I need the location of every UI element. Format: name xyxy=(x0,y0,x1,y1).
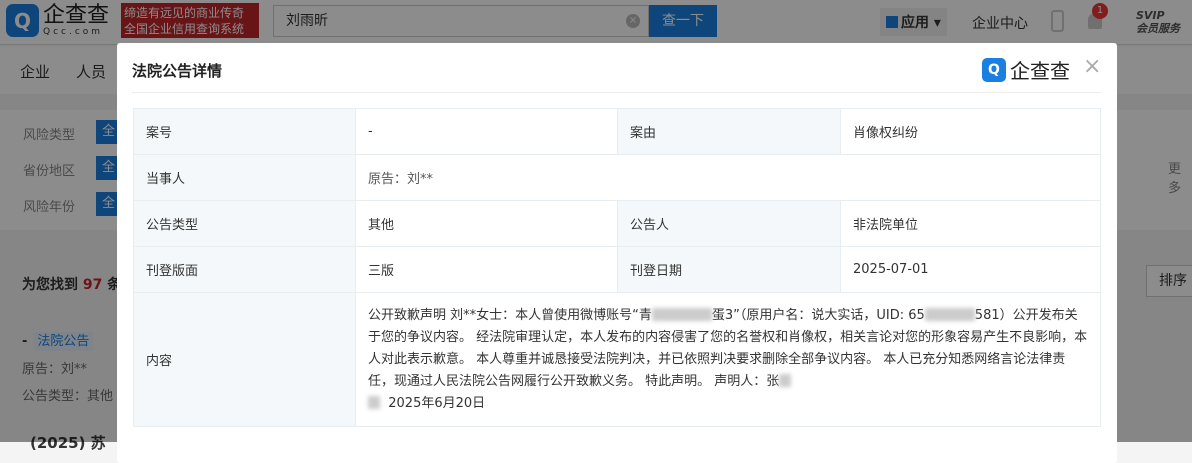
label-announcer: 公告人 xyxy=(617,200,841,247)
value-content: 公开致歉声明 刘**女士：本人曾使用微博账号“青 蛋3”（原用户名：说大实话，UI… xyxy=(355,292,1101,427)
value-party: 原告：刘** xyxy=(355,154,1101,201)
close-icon[interactable]: × xyxy=(1083,55,1101,79)
value-case-no: - xyxy=(355,108,618,155)
table-row: 刊登版面 三版 刊登日期 2025-07-01 xyxy=(133,246,1101,293)
label-content: 内容 xyxy=(133,292,356,427)
value-type: 其他 xyxy=(355,200,618,247)
label-party: 当事人 xyxy=(133,154,356,201)
value-date: 2025-07-01 xyxy=(840,246,1101,293)
redacted xyxy=(651,307,712,321)
label-page: 刊登版面 xyxy=(133,246,356,293)
modal-title: 法院公告详情 xyxy=(132,62,223,80)
table-row: 内容 公开致歉声明 刘**女士：本人曾使用微博账号“青 蛋3”（原用户名：说大实话… xyxy=(133,292,1101,427)
redacted xyxy=(368,395,380,409)
redacted xyxy=(924,307,975,321)
label-case-no: 案号 xyxy=(133,108,356,155)
value-cause: 肖像权纠纷 xyxy=(840,108,1101,155)
label-type: 公告类型 xyxy=(133,200,356,247)
logo-icon: Q xyxy=(982,57,1006,82)
label-cause: 案由 xyxy=(617,108,841,155)
table-row: 案号 - 案由 肖像权纠纷 xyxy=(133,108,1101,155)
modal-logo: Q 企查查 xyxy=(982,55,1070,84)
divider xyxy=(132,92,1102,93)
notice-detail-table: 案号 - 案由 肖像权纠纷 当事人 原告：刘** 公告类型 其他 公告人 非法院… xyxy=(133,108,1101,427)
table-row: 当事人 原告：刘** xyxy=(133,154,1101,201)
value-page: 三版 xyxy=(355,246,618,293)
redacted xyxy=(779,373,792,387)
court-notice-modal: 法院公告详情 Q 企查查 × 案号 - 案由 肖像权纠纷 当事人 原告：刘** 公… xyxy=(117,43,1117,463)
value-announcer: 非法院单位 xyxy=(840,200,1101,247)
label-date: 刊登日期 xyxy=(617,246,841,293)
table-row: 公告类型 其他 公告人 非法院单位 xyxy=(133,200,1101,247)
